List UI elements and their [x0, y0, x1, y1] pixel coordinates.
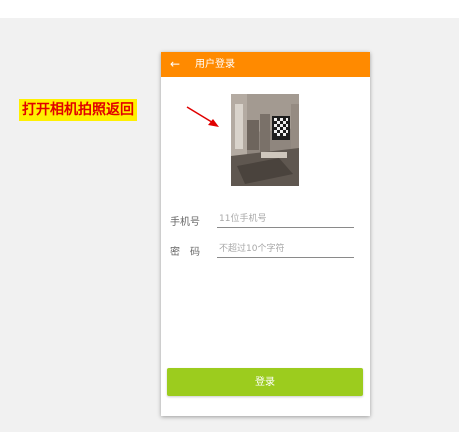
- captured-photo[interactable]: [231, 94, 299, 186]
- login-button[interactable]: 登录: [167, 368, 363, 396]
- top-band: [0, 0, 459, 18]
- app-bar: ← 用户登录: [161, 52, 370, 77]
- page-title: 用户登录: [195, 59, 235, 70]
- password-label: 密 码: [170, 247, 200, 258]
- phone-row: 手机号: [170, 210, 356, 232]
- phone-label: 手机号: [170, 217, 200, 228]
- annotation-label: 打开相机拍照返回: [19, 99, 137, 121]
- phone-input[interactable]: [217, 210, 354, 228]
- password-input[interactable]: [217, 240, 354, 258]
- room-photo-image: [231, 94, 299, 186]
- password-row: 密 码: [170, 240, 356, 262]
- arrow-left-icon[interactable]: ←: [167, 54, 183, 74]
- annotation-arrow-icon: [186, 106, 219, 127]
